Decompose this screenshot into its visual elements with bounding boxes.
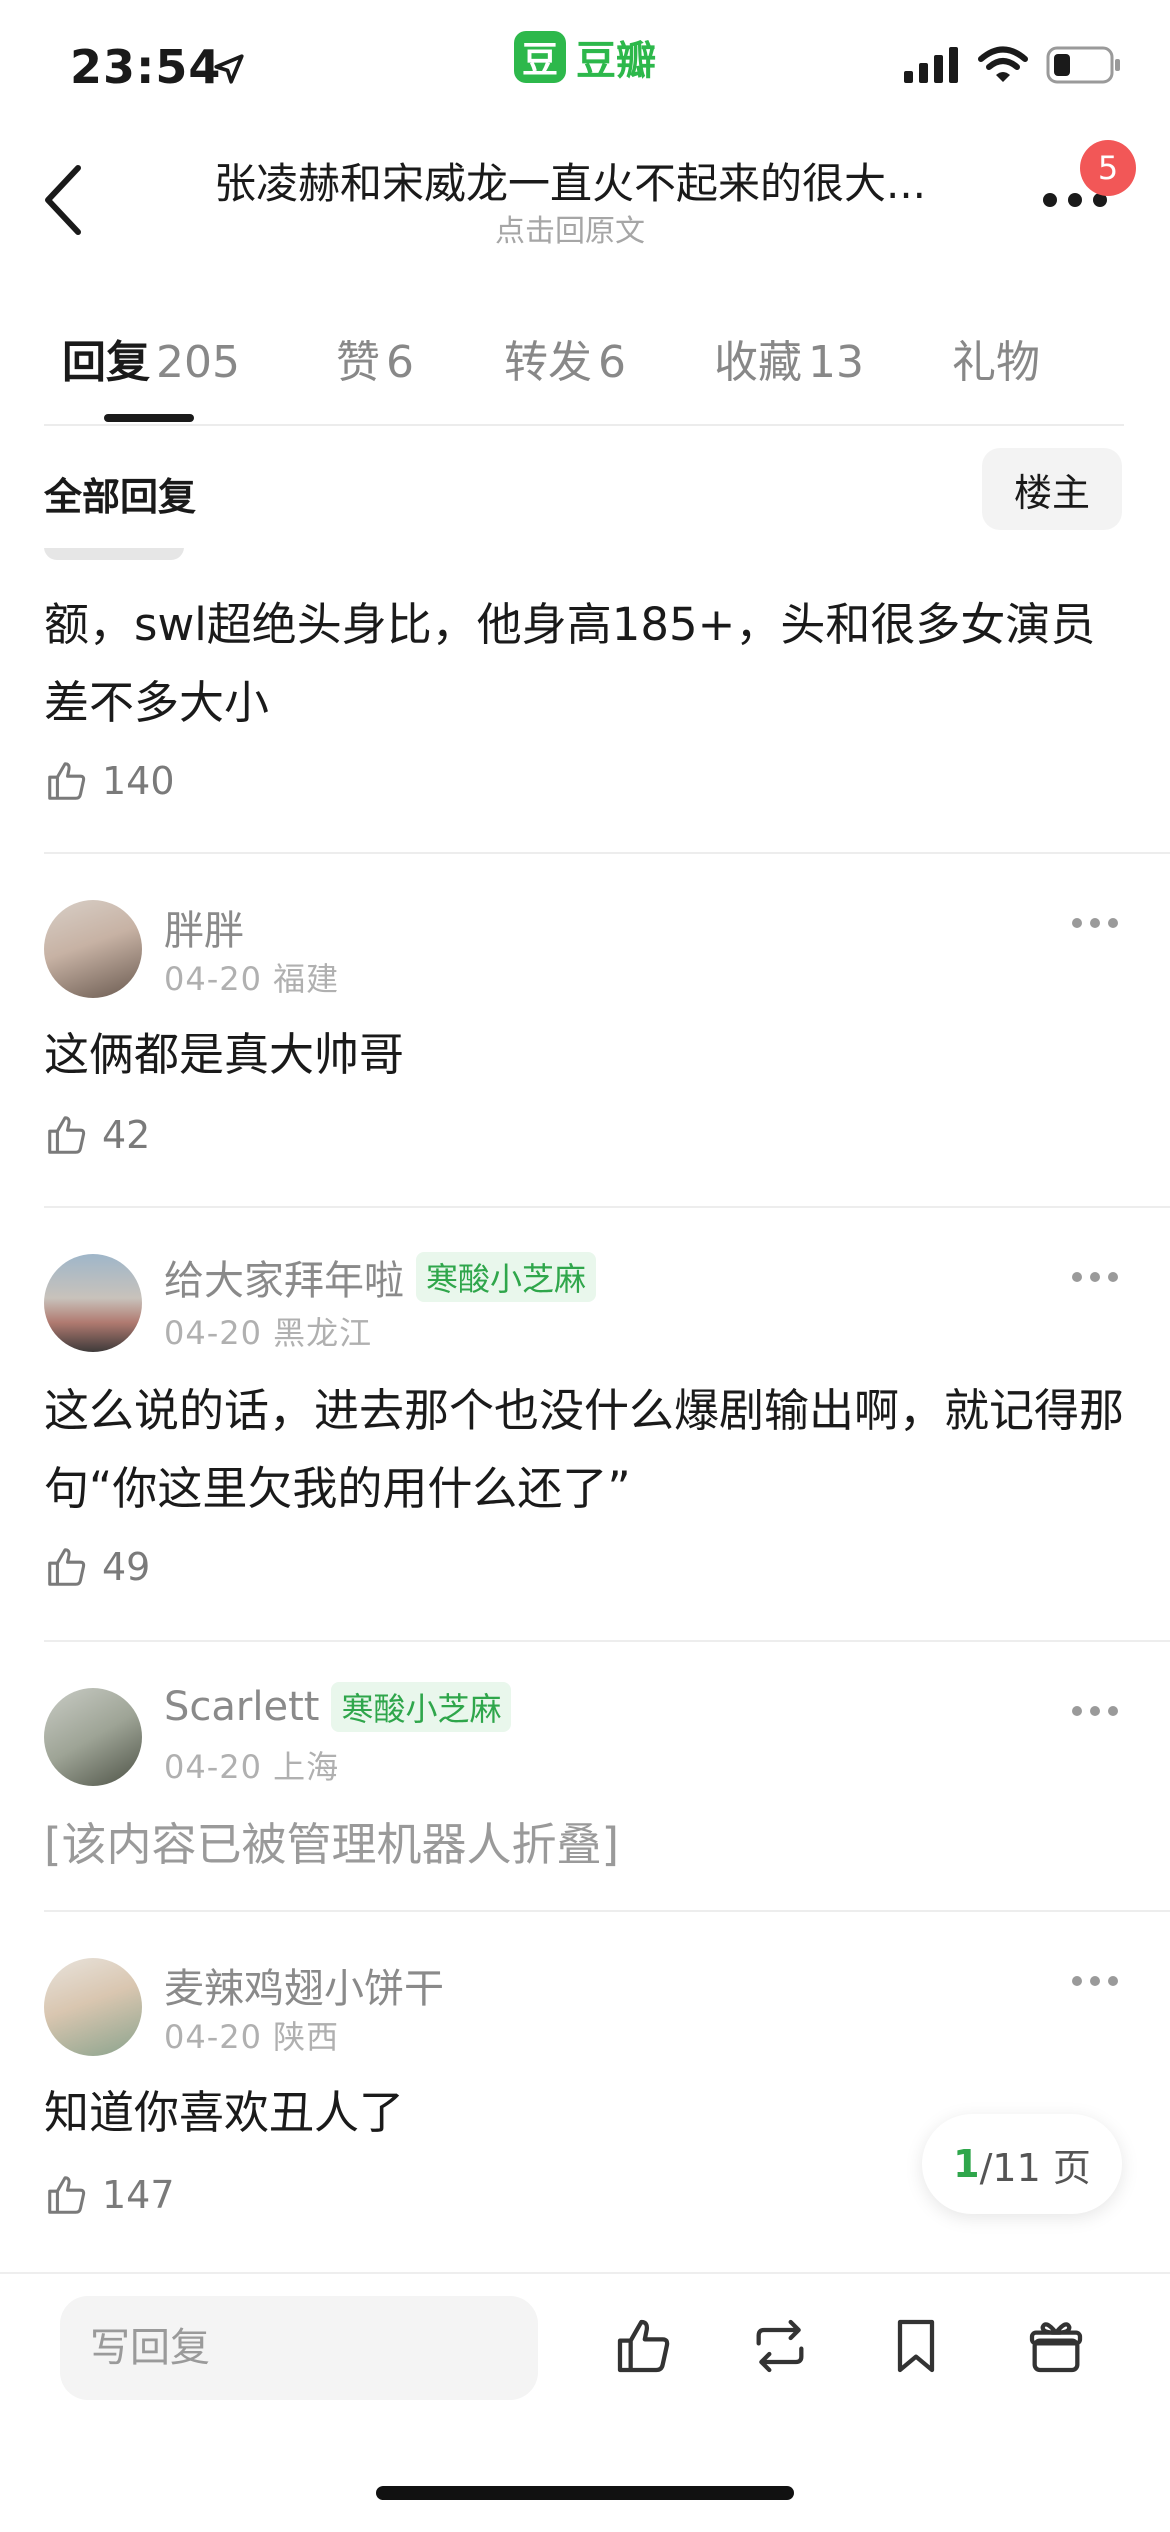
like-button[interactable]: 42 [44, 1112, 150, 1158]
like-button[interactable]: 147 [44, 2172, 175, 2218]
douban-logo-icon: 豆 [514, 31, 566, 83]
folded-comment-notice[interactable]: [该内容已被管理机器人折叠] [44, 1806, 1124, 1884]
username[interactable]: 麦辣鸡翅小饼干 [164, 1956, 444, 2014]
system-icons [904, 46, 1122, 84]
back-to-original-link[interactable]: 点击回原文 [150, 206, 990, 250]
active-tab-indicator [104, 414, 194, 422]
comment-text: 额，swl超绝头身比，他身高185+，头和很多女演员差不多大小 [44, 598, 1096, 729]
tab-bar: 回复 205 赞6 转发 6 收藏 13 礼物 [62, 326, 1046, 390]
tab-gifts[interactable]: 礼物 [952, 326, 1046, 390]
comment-more-icon[interactable] [1070, 1704, 1120, 1718]
avatar[interactable] [44, 1958, 142, 2056]
tab-likes[interactable]: 赞6 [336, 326, 414, 390]
comment-more-icon[interactable] [1070, 1974, 1120, 1988]
tab-collections[interactable]: 收藏 13 [714, 326, 864, 390]
comment-meta: 04-20 黑龙江 [164, 1314, 373, 1352]
avatar[interactable] [44, 1688, 142, 1786]
thumbs-up-icon [48, 1116, 86, 1154]
page-title[interactable]: 张凌赫和宋威龙一直火不起来的很大... [150, 150, 990, 211]
like-count: 140 [102, 759, 175, 803]
like-count: 147 [102, 2173, 175, 2217]
cellular-signal-icon [904, 47, 958, 83]
user-row: 给大家拜年啦 寒酸小芝麻 [164, 1248, 597, 1306]
divider [0, 2272, 1170, 2274]
reply-input[interactable] [60, 2296, 538, 2400]
scrolled-off-meta [44, 548, 344, 562]
current-page: 1 [953, 2142, 980, 2186]
like-post-icon[interactable] [612, 2314, 676, 2378]
total-pages: /11 页 [979, 2145, 1091, 2190]
username[interactable]: 给大家拜年啦 [164, 1248, 404, 1306]
comment-meta: 04-20 上海 [164, 1748, 340, 1786]
comment-text: 这俩都是真大帅哥 [44, 1028, 405, 1081]
divider [44, 1910, 1170, 1912]
comment-meta: 04-20 陕西 [164, 2018, 340, 2056]
location-arrow-icon [214, 54, 244, 84]
app-badge: 豆 豆瓣 [514, 28, 656, 86]
pagination-indicator[interactable]: 1/11 页 [922, 2114, 1122, 2214]
notification-badge: 5 [1080, 140, 1136, 196]
status-time: 23:54 [70, 40, 222, 94]
back-chevron-icon[interactable] [40, 160, 90, 240]
bookmark-icon[interactable] [884, 2314, 948, 2378]
app-name: 豆瓣 [576, 38, 656, 84]
like-count: 49 [102, 1545, 151, 1589]
user-tag: 寒酸小芝麻 [416, 1252, 597, 1302]
username[interactable]: 胖胖 [164, 898, 244, 956]
comment-text: 这么说的话，进去那个也没什么爆剧输出啊，就记得那句“你这里欠我的用什么还了” [44, 1384, 1125, 1515]
home-indicator [376, 2486, 794, 2500]
user-row: Scarlett 寒酸小芝麻 [164, 1682, 512, 1732]
avatar[interactable] [44, 900, 142, 998]
like-count: 42 [102, 1113, 151, 1157]
divider [44, 1640, 1170, 1642]
tab-reposts[interactable]: 转发 6 [504, 326, 626, 390]
op-only-button[interactable]: 楼主 [982, 448, 1122, 530]
divider [44, 852, 1170, 854]
username[interactable]: Scarlett [164, 1684, 319, 1730]
like-button[interactable]: 140 [44, 758, 175, 804]
user-tag: 寒酸小芝麻 [331, 1682, 512, 1732]
wifi-icon [978, 46, 1028, 82]
like-button[interactable]: 49 [44, 1544, 150, 1590]
thumbs-up-icon [48, 762, 86, 800]
thumbs-up-icon [48, 2176, 86, 2214]
thumbs-up-icon [48, 1548, 86, 1586]
comment-more-icon[interactable] [1070, 916, 1120, 930]
all-replies-label: 全部回复 [44, 475, 197, 519]
gift-icon[interactable] [1024, 2314, 1088, 2378]
divider [44, 424, 1124, 426]
comment-meta: 04-20 福建 [164, 960, 340, 998]
tab-replies[interactable]: 回复 205 [62, 326, 240, 390]
repost-icon[interactable] [748, 2314, 812, 2378]
comment-more-icon[interactable] [1070, 1270, 1120, 1284]
divider [44, 1206, 1170, 1208]
battery-icon [1046, 46, 1120, 84]
avatar[interactable] [44, 1254, 142, 1352]
